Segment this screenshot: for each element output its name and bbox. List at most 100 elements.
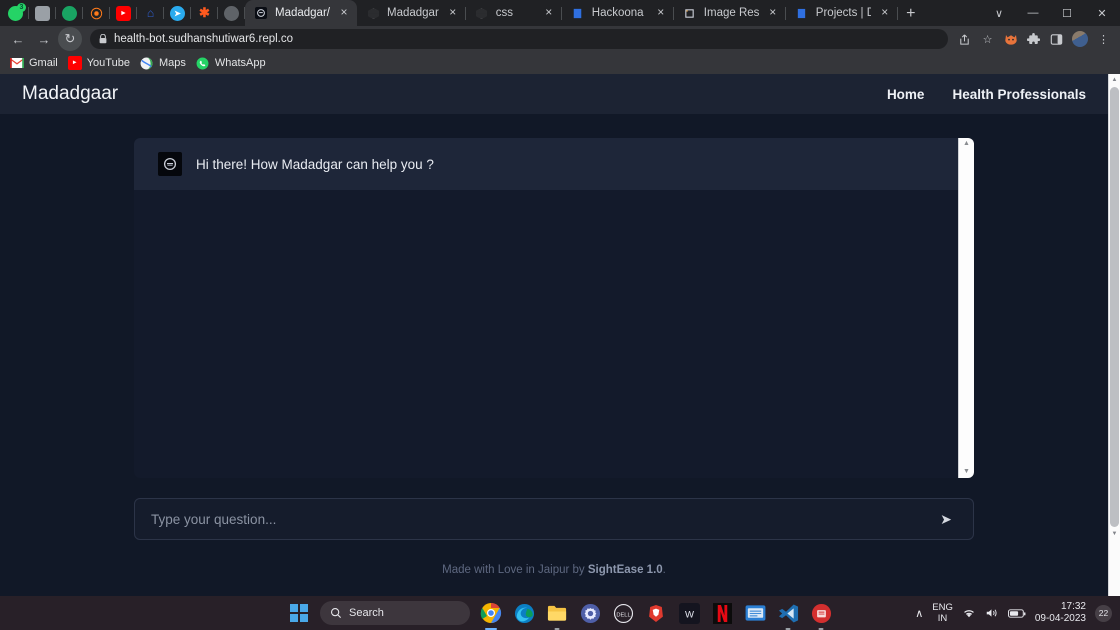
extensions-puzzle-icon[interactable] [1023,29,1044,50]
green-app-icon [62,5,77,21]
bookmark-label: Maps [158,57,186,69]
tab-close-icon[interactable]: × [878,6,892,20]
whatsapp-badge: 3 [17,2,26,12]
maximize-button[interactable]: ☐ [1050,0,1084,26]
side-panel-icon[interactable] [1046,29,1067,50]
question-input-bar[interactable]: ➤ [134,498,974,540]
blue-doc-icon [795,6,809,20]
bookmark-label: WhatsApp [214,57,266,69]
taskbar-app-vscode[interactable] [776,601,800,625]
share-icon[interactable] [954,29,975,50]
wifi-icon[interactable] [962,607,976,619]
tab-close-icon[interactable]: × [337,6,351,20]
tab-search-icon[interactable]: ∨ [982,0,1016,26]
tab-title: Projects | Devfol [815,7,871,19]
tab-projects-devfolio[interactable]: Projects | Devfol × [786,0,898,26]
notification-badge[interactable]: 22 [1095,604,1112,622]
volume-icon[interactable] [985,607,999,619]
tab-madadgar[interactable]: Madadgar × [357,0,466,26]
tray-clock[interactable]: 17:32 09-04-2023 [1035,601,1086,625]
globe-icon [366,6,380,20]
bookmark-youtube[interactable]: ► YouTube [66,56,138,70]
pinned-tab-green-app[interactable] [56,0,83,26]
chat-scrollbar[interactable]: ▲ ▼ [958,138,974,478]
taskbar-app-red-app[interactable] [809,601,833,625]
reload-icon[interactable]: ↻ [58,27,82,51]
tray-language[interactable]: ENG IN [932,602,953,624]
tab-close-icon[interactable]: × [766,6,780,20]
taskbar-search[interactable]: Search [320,601,470,625]
forward-icon[interactable]: → [32,27,56,51]
tab-image-resizer[interactable]: Image Resizer × [674,0,786,26]
taskbar-app-settings[interactable] [578,601,602,625]
taskbar-app-edge[interactable] [512,601,536,625]
gmail-icon [10,56,24,70]
battery-icon[interactable] [1007,608,1026,619]
tab-madadgar-health[interactable]: Madadgar/Healt × [245,0,357,26]
bookmark-gmail[interactable]: Gmail [8,56,66,70]
pinned-tab-gray-app[interactable] [29,0,56,26]
taskbar-app-file-explorer[interactable] [545,601,569,625]
taskbar-app-netflix[interactable] [710,601,734,625]
system-tray: ∧ ENG IN 17:32 09-04-2023 22 [915,601,1112,625]
minimize-button[interactable]: — [1016,0,1050,26]
pinned-tab-telegram[interactable]: ➤ [164,0,191,26]
tab-close-icon[interactable]: × [542,6,556,20]
tray-chevron-up-icon[interactable]: ∧ [915,607,923,620]
profile-avatar[interactable] [1072,31,1088,47]
gray-app-icon [35,5,50,21]
pinned-tab-youtube[interactable]: ► [110,0,137,26]
nav-link-health-professionals[interactable]: Health Professionals [952,87,1086,102]
send-icon[interactable]: ➤ [935,508,957,530]
crop-icon [683,6,697,20]
taskbar-search-label: Search [349,607,384,619]
start-button[interactable] [287,601,311,625]
bookmark-star-icon[interactable]: ☆ [977,29,998,50]
taskbar-app-blue-app[interactable] [743,601,767,625]
bookmark-label: Gmail [29,57,58,69]
fox-extension-icon[interactable] [1000,29,1021,50]
taskbar-app-chrome[interactable] [479,601,503,625]
page-scroll-up-icon[interactable]: ▲ [1112,74,1118,86]
bookmark-whatsapp[interactable]: WhatsApp [194,56,274,70]
tab-hackoona-matata[interactable]: Hackoona Matat × [562,0,674,26]
telegram-icon: ➤ [170,5,185,21]
page-scrollbar-thumb[interactable] [1110,87,1119,527]
pinned-tab-blue-glyph-app[interactable]: ⌂ [137,0,164,26]
svg-text:W: W [685,609,694,620]
close-window-button[interactable]: ✕ [1084,0,1120,26]
scroll-down-icon[interactable]: ▼ [963,468,970,476]
taskbar-apps: Search DELL W [287,601,833,625]
taskbar-app-w[interactable]: W [677,601,701,625]
pinned-tab-orange-app[interactable]: ⦿ [83,0,110,26]
bookmark-label: YouTube [86,57,130,69]
scroll-up-icon[interactable]: ▲ [963,140,970,148]
footer-credit: Made with Love in Jaipur by SightEase 1.… [134,564,974,576]
tray-time: 17:32 [1060,601,1086,612]
site-brand[interactable]: Madadgaar [22,83,118,105]
new-tab-button[interactable]: + [898,2,924,26]
bookmarks-bar: Gmail ► YouTube Maps WhatsApp [0,52,1120,74]
tab-css[interactable]: css × [466,0,562,26]
bot-icon [254,6,268,20]
tab-strip: 3 ⦿ ► ⌂ ➤ ✱ Madadgar/ × Madadgar × css ×… [0,0,1120,26]
pinned-tab-gray-circle-app[interactable] [218,0,245,26]
pinned-tab-whatsapp[interactable]: 3 [2,0,29,26]
window-controls: ∨ — ☐ ✕ [982,0,1120,26]
tray-language-line2: IN [937,613,948,624]
question-input[interactable] [151,511,935,527]
address-bar[interactable]: health-bot.sudhanshutiwar6.repl.co [90,29,948,49]
bookmark-maps[interactable]: Maps [138,56,194,70]
tab-close-icon[interactable]: × [446,6,460,20]
pinned-tab-asterisk-app[interactable]: ✱ [191,0,218,26]
taskbar-app-brave[interactable] [644,601,668,625]
page-scrollbar[interactable]: ▲ ▼ [1108,74,1120,596]
whatsapp-icon [196,56,210,70]
taskbar-app-dell[interactable]: DELL [611,601,635,625]
nav-link-home[interactable]: Home [887,87,925,102]
page-scroll-down-icon[interactable]: ▼ [1112,528,1118,540]
chrome-menu-icon[interactable]: ⋮ [1093,29,1114,50]
tab-close-icon[interactable]: × [654,6,668,20]
chat-section: Hi there! How Madadgar can help you ? ▲ … [134,138,974,576]
back-icon[interactable]: ← [6,27,30,51]
